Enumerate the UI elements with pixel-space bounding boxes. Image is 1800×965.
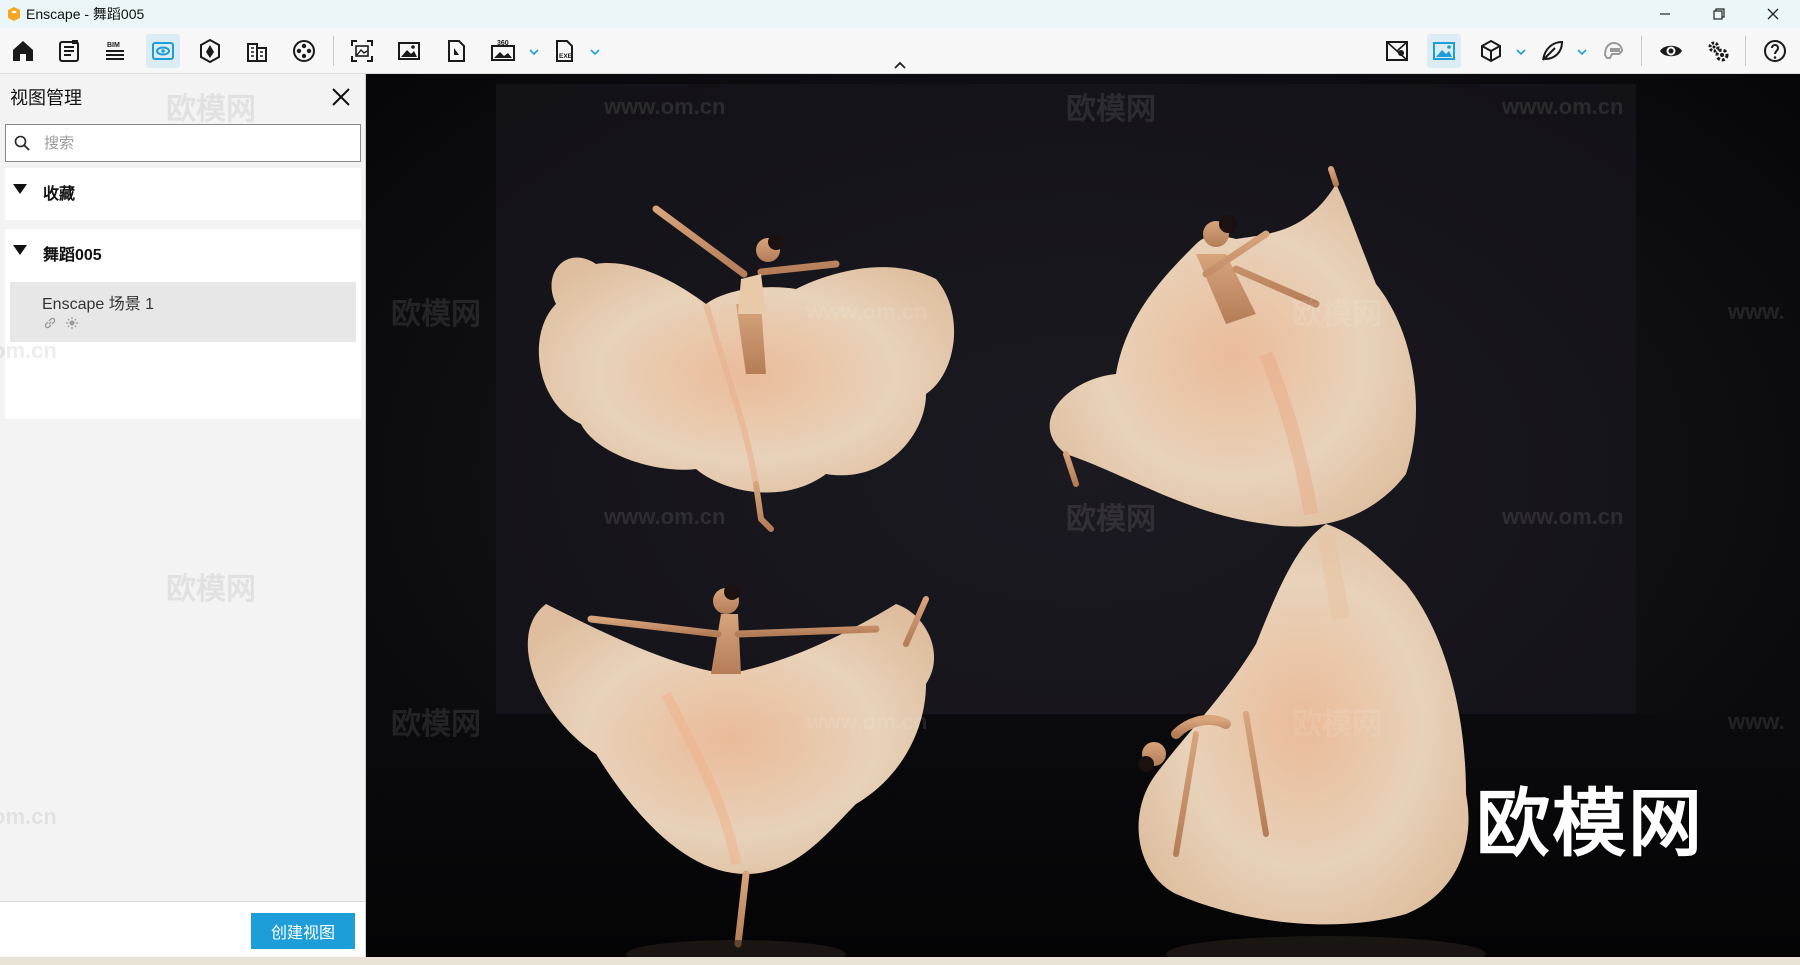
svg-text:BIM: BIM: [107, 42, 120, 49]
cube-view-icon: [1481, 39, 1501, 63]
render-image-icon: [398, 42, 420, 60]
favorites-group: 收藏: [5, 168, 361, 220]
export-exe-icon: EXE: [556, 40, 573, 62]
video-reel-icon: [293, 40, 315, 62]
vr-headset-icon: [1603, 41, 1624, 59]
scene-name: Enscape 场景 1: [42, 296, 155, 313]
search-icon: [14, 135, 30, 151]
panorama-360-button[interactable]: 360: [486, 34, 520, 68]
help-icon: [1764, 40, 1786, 62]
bim-button[interactable]: BIM: [98, 34, 132, 68]
minimize-button[interactable]: [1638, 0, 1692, 28]
atmosphere-button[interactable]: [1427, 34, 1461, 68]
view-management-panel: 视图管理 欧模网 收藏 舞蹈005 Enscape 场景 1 om.cn 欧模网…: [0, 74, 366, 957]
title-bar: Enscape - 舞蹈005: [0, 0, 1800, 28]
project-label: 舞蹈005: [43, 247, 102, 264]
settings-icon: [1708, 41, 1729, 62]
panel-footer: 创建视图: [0, 901, 365, 957]
settings-button[interactable]: [1701, 34, 1735, 68]
toolbar-separator: [333, 36, 334, 66]
link-icon: [44, 317, 56, 329]
atmosphere-icon: [1433, 42, 1455, 60]
svg-text:360: 360: [497, 40, 509, 47]
minimize-icon: [1660, 13, 1670, 15]
status-bar: [0, 957, 1800, 965]
caret-down-icon: [13, 184, 27, 194]
collapse-toolbar-icon[interactable]: [893, 60, 907, 70]
video-reel-button[interactable]: [287, 34, 321, 68]
map-icon: [1386, 41, 1408, 61]
export-exe-button[interactable]: EXE: [547, 34, 581, 68]
window-title: Enscape - 舞蹈005: [26, 6, 145, 22]
screenshot-button[interactable]: [345, 34, 379, 68]
panel-title: 视图管理: [10, 88, 82, 108]
leaf-button[interactable]: [1535, 34, 1569, 68]
map-button[interactable]: [1380, 34, 1414, 68]
visual-settings-button[interactable]: [1654, 34, 1688, 68]
sun-icon: [66, 317, 78, 329]
search-input[interactable]: [42, 129, 342, 157]
toolbar-separator: [1745, 36, 1746, 66]
help-button[interactable]: [1758, 34, 1792, 68]
chevron-down-icon[interactable]: [1515, 46, 1527, 58]
render-image-button[interactable]: [392, 34, 426, 68]
favorites-header[interactable]: 收藏: [5, 168, 361, 212]
brand-watermark: 欧模网: [1476, 781, 1704, 867]
panorama-360-icon: 360: [491, 40, 515, 61]
project-header[interactable]: 舞蹈005: [5, 229, 361, 273]
create-view-button[interactable]: 创建视图: [251, 913, 355, 949]
toolbar-separator: [1641, 36, 1642, 66]
visual-settings-icon: [1660, 45, 1682, 57]
restore-icon: [1713, 8, 1725, 20]
home-button[interactable]: [6, 34, 40, 68]
chevron-down-icon[interactable]: [528, 46, 540, 58]
search-box[interactable]: [5, 124, 361, 162]
asset-library-icon: [59, 40, 79, 62]
batch-render-button[interactable]: [439, 34, 473, 68]
views-button[interactable]: [146, 34, 180, 68]
asset-library-button[interactable]: [52, 34, 86, 68]
svg-text:EXE: EXE: [559, 53, 573, 60]
home-icon: [13, 41, 33, 61]
scene-item[interactable]: Enscape 场景 1: [10, 282, 356, 342]
cube-view-button[interactable]: [1474, 34, 1508, 68]
close-icon[interactable]: [330, 86, 352, 108]
chevron-down-icon[interactable]: [1576, 46, 1588, 58]
batch-render-icon: [448, 40, 465, 62]
watermark: 欧模网: [166, 93, 256, 126]
close-icon: [1767, 8, 1779, 20]
close-window-button[interactable]: [1746, 0, 1800, 28]
screenshot-icon: [351, 40, 373, 62]
bim-icon: BIM: [106, 42, 124, 60]
watermark: om.cn: [0, 804, 57, 829]
caret-down-icon: [13, 245, 27, 255]
buildings-button[interactable]: [240, 34, 274, 68]
chevron-down-icon[interactable]: [589, 46, 601, 58]
buildings-icon: [247, 43, 267, 62]
favorites-label: 收藏: [43, 186, 76, 203]
restore-button[interactable]: [1692, 0, 1746, 28]
vr-headset-button[interactable]: [1596, 34, 1630, 68]
leaf-icon: [1542, 40, 1564, 61]
materials-button[interactable]: [193, 34, 227, 68]
enscape-logo-icon: [8, 7, 20, 21]
render-viewport[interactable]: www.om.cn 欧模网 www.om.cn 欧模网 www.om.cn 欧模…: [366, 74, 1800, 957]
watermark: 欧模网: [166, 573, 256, 606]
materials-icon: [200, 38, 220, 64]
views-icon: [152, 42, 174, 60]
